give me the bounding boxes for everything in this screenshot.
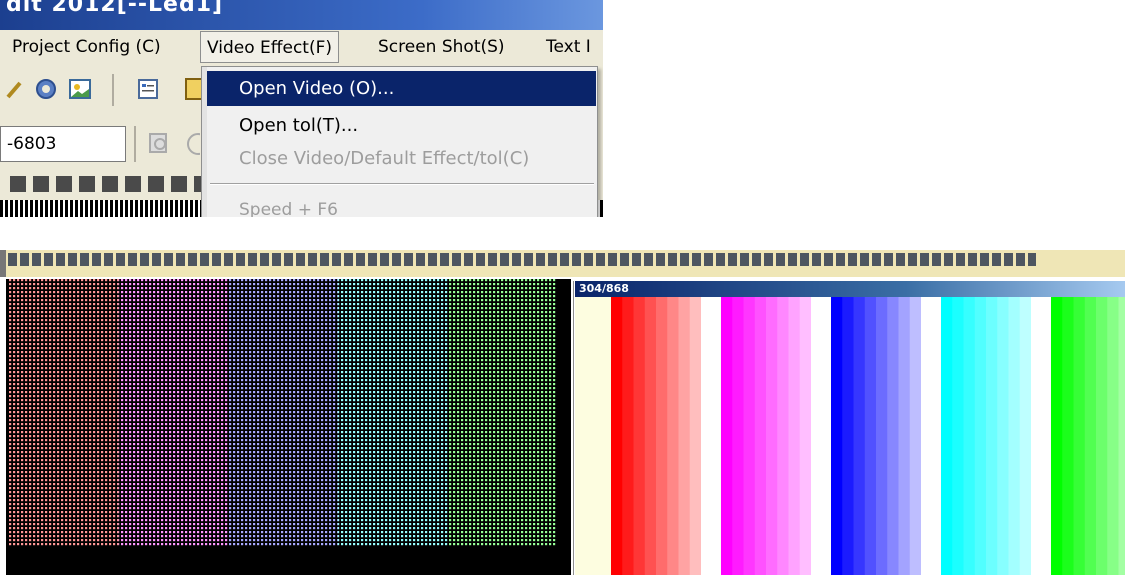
window-title: dit 2012[--Led1] xyxy=(6,0,224,17)
bar-magenta-5 xyxy=(777,297,789,575)
bar-red-3 xyxy=(644,297,657,575)
led-strip xyxy=(0,250,1125,277)
bar-magenta-4 xyxy=(766,297,778,575)
bar-gap-2 xyxy=(921,297,941,575)
bar-cyan-3 xyxy=(974,297,987,575)
menu-screen-shot[interactable]: Screen Shot(S) xyxy=(372,31,511,63)
app-window-crop: dit 2012[--Led1] Project Config (C) Vide… xyxy=(0,0,603,217)
bar-green-4 xyxy=(1096,297,1108,575)
bar-magenta-0 xyxy=(721,297,733,575)
bar-green-5 xyxy=(1107,297,1119,575)
toolbar-separator-2 xyxy=(134,126,136,162)
video-effect-dropdown: Open Video (O)... Open tol(T)... Close V… xyxy=(201,66,598,217)
menu-item-speed-plus: Speed + F6 xyxy=(239,200,338,217)
bar-blue-4 xyxy=(876,297,888,575)
bar-cyan-6 xyxy=(1008,297,1021,575)
gear-icon[interactable] xyxy=(34,77,58,101)
bar-cyan-0 xyxy=(941,297,953,575)
led-strip-edge xyxy=(0,250,6,277)
led-id-combo[interactable]: -6803 xyxy=(0,126,126,162)
bar-blue-2 xyxy=(853,297,866,575)
bar-green-6 xyxy=(1118,297,1125,575)
search-icon[interactable] xyxy=(148,132,172,156)
color-bars xyxy=(575,297,1125,575)
combo-value: -6803 xyxy=(7,134,57,154)
bar-cyan-4 xyxy=(986,297,998,575)
bar-magenta-7 xyxy=(799,297,812,575)
bar-gap-0 xyxy=(701,297,721,575)
menu-item-close-video: Close Video/Default Effect/tol(C) xyxy=(239,148,530,169)
menu-video-effect[interactable]: Video Effect(F) xyxy=(200,31,340,63)
circle-icon[interactable] xyxy=(184,132,200,156)
video-preview-window: 304/868 xyxy=(573,281,1125,575)
image-icon[interactable] xyxy=(68,77,92,101)
bar-magenta-2 xyxy=(743,297,756,575)
bar-cyan-5 xyxy=(997,297,1009,575)
bar-cyan-7 xyxy=(1019,297,1032,575)
wand-icon[interactable] xyxy=(4,77,28,101)
bar-red-5 xyxy=(667,297,679,575)
led-dot-grid xyxy=(9,279,557,547)
bar-red-1 xyxy=(622,297,634,575)
title-bar: dit 2012[--Led1] xyxy=(0,0,603,30)
led-band-tint-0 xyxy=(9,279,119,547)
bar-red-2 xyxy=(633,297,646,575)
menu-text[interactable]: Text I xyxy=(540,31,597,63)
bar-green-0 xyxy=(1051,297,1063,575)
bar-cyan-2 xyxy=(963,297,976,575)
led-preview-panel xyxy=(6,279,571,575)
bar-magenta-6 xyxy=(788,297,801,575)
led-band-tint-1 xyxy=(118,279,229,547)
bar-green-1 xyxy=(1062,297,1074,575)
led-band-tint-4 xyxy=(447,279,557,547)
menu-project-config[interactable]: Project Config (C) xyxy=(6,31,167,63)
bar-gap-3 xyxy=(1031,297,1051,575)
preview-title-bar[interactable]: 304/868 xyxy=(575,281,1125,297)
bar-green-2 xyxy=(1073,297,1086,575)
led-band-tint-3 xyxy=(337,279,448,547)
bar-blue-1 xyxy=(842,297,854,575)
bar-green-3 xyxy=(1084,297,1097,575)
bar-magenta-3 xyxy=(754,297,767,575)
properties-icon[interactable] xyxy=(136,77,160,101)
bar-blue-7 xyxy=(909,297,922,575)
toolbar-separator xyxy=(112,74,114,106)
menu-bar: Project Config (C) Video Effect(F) Scree… xyxy=(0,30,603,66)
frame-counter: 304/868 xyxy=(579,282,629,295)
bar-blue-0 xyxy=(831,297,843,575)
bar-red-0 xyxy=(611,297,623,575)
bar-blue-3 xyxy=(864,297,877,575)
bar-lead xyxy=(575,297,611,575)
bar-red-7 xyxy=(689,297,702,575)
menu-item-open-tol[interactable]: Open tol(T)... xyxy=(207,108,596,143)
bar-blue-5 xyxy=(887,297,899,575)
bar-magenta-1 xyxy=(732,297,744,575)
menu-item-open-video[interactable]: Open Video (O)... xyxy=(207,71,596,106)
bar-red-4 xyxy=(656,297,668,575)
bar-cyan-1 xyxy=(952,297,964,575)
bar-blue-6 xyxy=(898,297,911,575)
menu-separator xyxy=(210,183,594,185)
bar-red-6 xyxy=(678,297,691,575)
led-band-tint-2 xyxy=(228,279,338,547)
bar-gap-1 xyxy=(811,297,831,575)
